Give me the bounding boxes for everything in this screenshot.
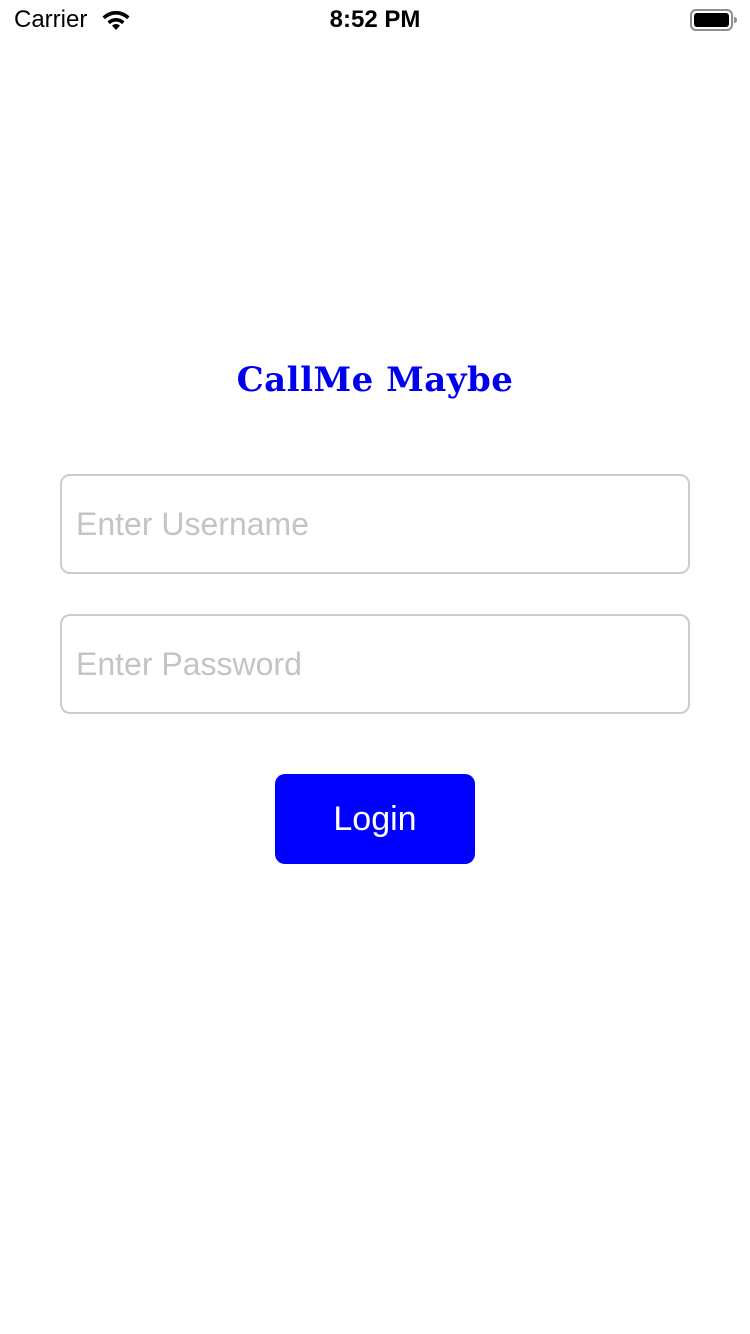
password-field[interactable] — [60, 614, 690, 714]
status-bar: Carrier 8:52 PM — [0, 0, 750, 40]
username-field[interactable] — [60, 474, 690, 574]
battery-icon — [690, 9, 737, 31]
login-button[interactable]: Login — [275, 774, 475, 864]
password-input[interactable] — [62, 616, 688, 712]
app-title: CallMe Maybe — [236, 360, 514, 400]
status-time: 8:52 PM — [329, 6, 421, 33]
username-input[interactable] — [62, 476, 688, 572]
